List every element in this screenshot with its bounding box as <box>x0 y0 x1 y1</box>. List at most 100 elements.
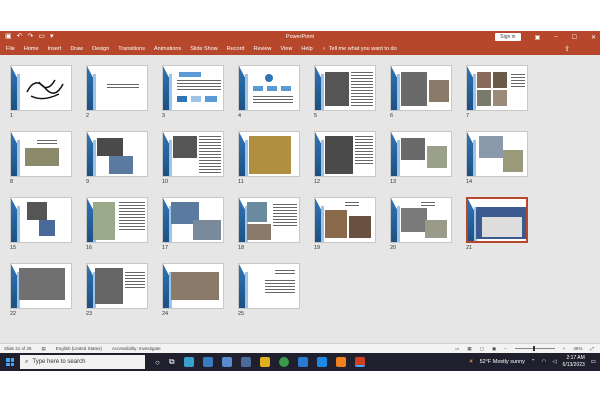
slide-thumbnail[interactable] <box>466 131 528 177</box>
minimize-icon[interactable]: – <box>554 34 557 40</box>
weather-icon[interactable]: ☀ <box>469 359 474 365</box>
ribbon-tabs: File Home Insert Draw Design Transitions… <box>0 43 600 55</box>
network-icon[interactable]: ◠ <box>542 359 547 365</box>
edge-icon[interactable] <box>183 357 194 367</box>
slide-thumbnail[interactable] <box>10 65 72 111</box>
slide-thumbnail[interactable] <box>238 131 300 177</box>
slide-number: 23 <box>86 311 93 317</box>
zoom-out-icon[interactable]: – <box>504 346 507 351</box>
slide-number: 11 <box>238 179 244 185</box>
tab-view[interactable]: View <box>281 46 293 52</box>
language-label[interactable]: English (United States) <box>56 346 102 351</box>
slide-thumbnail[interactable] <box>162 263 224 309</box>
zoom-slider[interactable] <box>514 346 555 351</box>
accessibility-status[interactable]: Accessibility: Investigate <box>112 346 161 351</box>
slide-count: Slide 21 of 25 <box>4 346 32 351</box>
maximize-icon[interactable]: ☐ <box>572 34 577 41</box>
tab-draw[interactable]: Draw <box>70 46 83 52</box>
slide-thumbnail[interactable] <box>10 197 72 243</box>
slide-thumbnail[interactable] <box>390 131 452 177</box>
zoom-in-icon[interactable]: + <box>563 346 566 351</box>
slide-thumbnail[interactable] <box>314 131 376 177</box>
slide-thumbnail[interactable] <box>10 131 72 177</box>
slide-thumbnail[interactable] <box>390 65 452 111</box>
tab-slide-show[interactable]: Slide Show <box>190 46 218 52</box>
slide-thumbnail[interactable] <box>86 263 148 309</box>
close-icon[interactable]: ✕ <box>591 34 596 41</box>
slide-number: 7 <box>466 113 470 119</box>
zoom-level[interactable]: 46% <box>573 346 582 351</box>
slide-thumbnail[interactable] <box>238 197 300 243</box>
tray-overflow-icon[interactable]: ⌃ <box>531 359 536 365</box>
slide-thumbnail[interactable] <box>390 197 452 243</box>
task-view-icon[interactable]: ⧉ <box>169 357 175 367</box>
vlc-icon[interactable] <box>335 357 346 367</box>
slide-thumbnail[interactable] <box>238 263 300 309</box>
slide-thumbnail[interactable] <box>314 197 376 243</box>
slide-number: 20 <box>390 245 397 251</box>
slide-thumbnail[interactable] <box>86 131 148 177</box>
fit-slide-icon[interactable]: ⤢ <box>590 346 594 351</box>
word-icon[interactable] <box>316 357 327 367</box>
slide-number: 21 <box>466 245 473 251</box>
slide-thumbnail[interactable] <box>86 65 148 111</box>
slide-thumbnail-selected[interactable] <box>466 197 528 243</box>
reading-view-icon[interactable]: ▢ <box>480 346 484 352</box>
normal-view-icon[interactable]: ▭ <box>455 346 459 352</box>
tab-home[interactable]: Home <box>24 46 39 52</box>
slide-number: 9 <box>86 179 90 185</box>
slide-number: 16 <box>86 245 93 251</box>
photos-icon[interactable] <box>240 357 251 367</box>
slideshow-icon[interactable]: ▣ <box>492 346 496 352</box>
window-controls: Sign in ▣ – ☐ ✕ <box>495 31 596 43</box>
tab-review[interactable]: Review <box>253 46 271 52</box>
slide-thumbnail[interactable] <box>238 65 300 111</box>
slide-number: 22 <box>10 311 17 317</box>
tab-file[interactable]: File <box>6 46 15 52</box>
share-icon[interactable]: ⇪ <box>564 45 570 53</box>
tell-me-box[interactable]: ♁ Tell me what you want to do <box>322 46 397 52</box>
slide-thumbnail[interactable] <box>466 65 528 111</box>
slide-number: 12 <box>314 179 321 185</box>
slide-number: 2 <box>86 113 90 119</box>
slide-thumbnail[interactable] <box>10 263 72 309</box>
slide-sorter-icon[interactable]: ▦ <box>467 346 471 352</box>
slide-thumbnail[interactable] <box>162 131 224 177</box>
sign-in-button[interactable]: Sign in <box>495 33 521 41</box>
start-button[interactable] <box>0 358 20 366</box>
slide-thumbnail[interactable] <box>314 65 376 111</box>
slide-thumbnail[interactable] <box>86 197 148 243</box>
clock-date: 6/13/2023 <box>562 362 585 368</box>
ribbon-display-icon[interactable]: ▣ <box>535 34 541 41</box>
tab-design[interactable]: Design <box>92 46 109 52</box>
weather-text[interactable]: 52°F Mostly sunny <box>480 359 525 365</box>
spelling-icon[interactable]: ▤ <box>42 346 46 352</box>
search-icon: ⌕ <box>25 358 29 365</box>
tab-help[interactable]: Help <box>301 46 312 52</box>
tab-animations[interactable]: Animations <box>154 46 181 52</box>
mail-icon[interactable] <box>221 357 232 367</box>
notification-icon[interactable]: ▭ <box>591 359 596 365</box>
slide-number: 3 <box>162 113 166 119</box>
slide-number: 4 <box>238 113 242 119</box>
chrome-icon[interactable] <box>278 357 289 367</box>
volume-icon[interactable]: ◁ <box>552 359 556 365</box>
edge-browser-icon[interactable] <box>297 357 308 367</box>
store-icon[interactable] <box>202 357 213 367</box>
slide-thumbnail[interactable] <box>162 65 224 111</box>
tab-transitions[interactable]: Transitions <box>118 46 145 52</box>
tab-record[interactable]: Record <box>227 46 245 52</box>
calligraphy-image <box>26 79 64 100</box>
file-explorer-icon[interactable] <box>259 357 270 367</box>
slide-number: 25 <box>238 311 245 317</box>
taskbar-search-box[interactable]: ⌕ Type here to search <box>20 355 145 369</box>
slide-number: 17 <box>162 245 169 251</box>
slide-number: 15 <box>10 245 17 251</box>
cortana-icon[interactable]: ○ <box>155 358 160 367</box>
lightbulb-icon: ♁ <box>321 46 326 52</box>
slide-thumbnail[interactable] <box>162 197 224 243</box>
tell-me-label: Tell me what you want to do <box>328 46 397 52</box>
tab-insert[interactable]: Insert <box>48 46 62 52</box>
powerpoint-icon[interactable] <box>354 357 365 367</box>
clock[interactable]: 2:17 AM 6/13/2023 <box>563 355 585 369</box>
